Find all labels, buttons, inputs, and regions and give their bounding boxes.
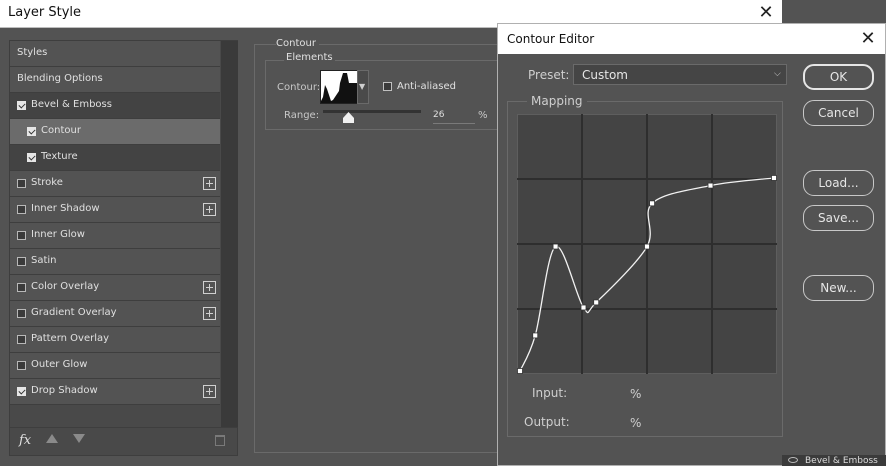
style-item-inner-shadow[interactable]: Inner Shadow [10,197,220,223]
style-item-outer-glow[interactable]: Outer Glow [10,353,220,379]
curve-point[interactable] [649,200,655,207]
contour-editor-titlebar: Contour Editor ✕ [498,24,885,54]
texture-checkbox[interactable] [27,153,36,162]
curve-point[interactable] [517,368,523,374]
preset-select[interactable]: Custom ⌵ [573,64,787,85]
new-button[interactable]: New... [803,275,874,301]
ok-button[interactable]: OK [803,64,874,90]
move-down-icon[interactable] [73,434,85,443]
curve-point[interactable] [593,299,600,306]
drop-shadow-checkbox[interactable] [17,387,26,396]
contour-curve-graph[interactable] [517,114,777,374]
style-item-label: Satin [31,255,57,266]
add-gradient-overlay-icon[interactable] [203,307,216,320]
anti-aliased-checkbox[interactable] [383,82,392,91]
range-label: Range: [284,110,320,121]
curve-point[interactable] [532,332,539,339]
contour-group-title: Contour [276,38,319,49]
style-item-pattern-overlay[interactable]: Pattern Overlay [10,327,220,353]
style-item-label: Gradient Overlay [31,307,117,318]
contour-picker-dropdown[interactable]: ▼ [357,70,369,104]
style-item-texture[interactable]: Texture [10,145,220,171]
inner-glow-checkbox[interactable] [17,231,26,240]
styles-scrollbar[interactable] [221,41,238,427]
style-item-label: Inner Glow [31,229,85,240]
add-color-overlay-icon[interactable] [203,281,216,294]
output-label: Output: [524,415,570,429]
style-item-label: Drop Shadow [31,385,98,396]
contour-thumbnail-graphic [321,71,357,103]
inner-shadow-checkbox[interactable] [17,205,26,214]
input-unit: % [630,387,642,401]
range-input[interactable]: 26 [433,110,475,124]
style-item-color-overlay[interactable]: Color Overlay [10,275,220,301]
style-item-drop-shadow[interactable]: Drop Shadow [10,379,220,405]
preset-label: Preset: [528,68,570,82]
styles-panel-footer: fx [10,427,237,455]
trash-icon[interactable] [215,435,225,446]
styles-list-panel: Styles Blending Options Bevel & Emboss C… [9,40,238,456]
gradient-overlay-checkbox[interactable] [17,309,26,318]
blending-options-item[interactable]: Blending Options [10,67,220,93]
style-item-label: Pattern Overlay [31,333,110,344]
style-item-label: Outer Glow [31,359,88,370]
save-button[interactable]: Save... [803,205,874,231]
dialog-title: Contour Editor [507,32,595,46]
preset-value: Custom [582,68,628,82]
load-button[interactable]: Load... [803,170,874,196]
mapping-label: Mapping [527,94,587,108]
close-icon[interactable]: ✕ [854,27,882,51]
curve-point[interactable] [644,243,650,250]
style-item-stroke[interactable]: Stroke [10,171,220,197]
style-item-label: Bevel & Emboss [31,99,112,110]
close-icon[interactable]: ✕ [752,1,780,25]
contour-thumbnail[interactable] [320,70,358,104]
curve-point[interactable] [771,175,777,181]
pattern-overlay-checkbox[interactable] [17,335,26,344]
fx-icon[interactable]: fx [19,433,31,448]
input-label: Input: [532,386,568,400]
contour-editor-dialog: Contour Editor ✕ Preset: Custom ⌵ Mappin… [497,23,886,466]
style-item-gradient-overlay[interactable]: Gradient Overlay [10,301,220,327]
anti-aliased-label: Anti-aliased [397,81,457,92]
style-item-label: Color Overlay [31,281,100,292]
blending-options-label: Blending Options [17,73,103,84]
style-item-contour[interactable]: Contour [10,119,220,145]
bevel-emboss-checkbox[interactable] [17,101,26,110]
add-stroke-icon[interactable] [203,177,216,190]
cancel-button[interactable]: Cancel [803,100,874,126]
range-slider-track[interactable] [323,110,421,113]
curve-point[interactable] [552,243,559,250]
add-inner-shadow-icon[interactable] [203,203,216,216]
style-item-label: Contour [41,125,81,136]
satin-checkbox[interactable] [17,257,26,266]
curve-point[interactable] [580,304,587,311]
styles-header[interactable]: Styles [10,41,220,67]
chevron-down-icon: ▼ [359,82,366,91]
style-item-label: Stroke [31,177,63,188]
layers-panel-row[interactable]: Bevel & Emboss [782,455,886,466]
elements-group-title: Elements [284,52,335,63]
color-overlay-checkbox[interactable] [17,283,26,292]
stroke-checkbox[interactable] [17,179,26,188]
range-unit: % [478,110,488,121]
contour-checkbox[interactable] [27,127,36,136]
curve-point[interactable] [707,182,714,189]
styles-header-label: Styles [17,47,48,58]
style-item-inner-glow[interactable]: Inner Glow [10,223,220,249]
style-item-label: Inner Shadow [31,203,100,214]
move-up-icon[interactable] [46,434,58,443]
style-item-label: Texture [41,151,78,162]
layer-effect-label: Bevel & Emboss [805,456,878,466]
range-slider-thumb[interactable] [342,112,354,123]
window-title: Layer Style [8,5,82,20]
add-drop-shadow-icon[interactable] [203,385,216,398]
output-unit: % [630,416,642,430]
contour-label: Contour: [277,82,321,93]
chevron-down-icon: ⌵ [774,69,781,79]
style-item-satin[interactable]: Satin [10,249,220,275]
outer-glow-checkbox[interactable] [17,361,26,370]
eye-icon[interactable] [788,457,798,463]
style-item-bevel-emboss[interactable]: Bevel & Emboss [10,93,220,119]
